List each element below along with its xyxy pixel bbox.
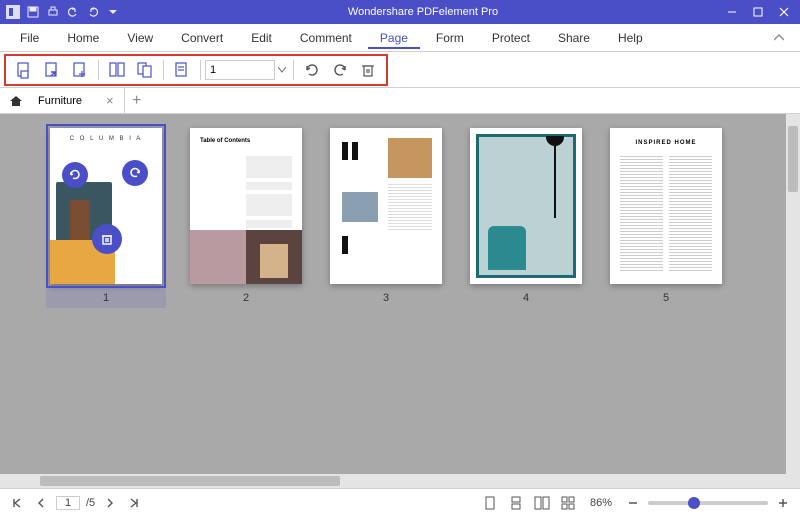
menubar: File Home View Convert Edit Comment Page… <box>0 24 800 52</box>
zoom-slider[interactable] <box>648 501 768 505</box>
minimize-button[interactable] <box>720 2 744 22</box>
delete-overlay-icon[interactable] <box>92 224 122 254</box>
titlebar: Wondershare PDFelement Pro <box>0 0 800 24</box>
menu-page[interactable]: Page <box>368 27 420 49</box>
page2-title: Table of Contents <box>200 138 250 144</box>
redo-icon[interactable] <box>86 5 100 19</box>
menu-view[interactable]: View <box>115 27 165 49</box>
delete-page-icon[interactable] <box>356 58 380 82</box>
tab-close-icon[interactable]: × <box>106 93 114 108</box>
rotate-right-icon[interactable] <box>328 58 352 82</box>
thumbnail-preview: INSPIRED HOME <box>610 128 722 284</box>
horizontal-scrollbar[interactable] <box>0 474 800 488</box>
thumbnail-preview: C O L U M B I A <box>50 128 162 284</box>
zoom-slider-knob[interactable] <box>688 497 700 509</box>
toolbar-separator <box>200 60 201 80</box>
two-page-view-icon[interactable] <box>532 494 552 512</box>
thumbnail-preview: Table of Contents <box>190 128 302 284</box>
last-page-icon[interactable] <box>125 494 143 512</box>
app-title: Wondershare PDFelement Pro <box>126 6 720 18</box>
document-tabbar: Furniture × + <box>0 88 800 114</box>
document-tab[interactable]: Furniture × <box>28 88 125 113</box>
app-logo-icon <box>6 5 20 19</box>
extract-page-icon[interactable] <box>40 58 64 82</box>
page-box-icon[interactable] <box>12 58 36 82</box>
menu-share[interactable]: Share <box>546 27 602 49</box>
zoom-out-icon[interactable] <box>624 494 642 512</box>
page-dropdown-icon[interactable] <box>275 67 289 73</box>
page-thumbnail[interactable]: C O L U M B I A 1 <box>46 124 166 308</box>
save-icon[interactable] <box>26 5 40 19</box>
scrollbar-thumb[interactable] <box>788 126 798 192</box>
close-button[interactable] <box>772 2 796 22</box>
toolbar-separator <box>293 60 294 80</box>
page-thumbnail[interactable]: Table of Contents 2 <box>190 128 302 304</box>
page-number-input[interactable] <box>205 60 275 80</box>
thumbnail-label: 1 <box>103 292 109 304</box>
menu-home[interactable]: Home <box>55 27 111 49</box>
replace-page-icon[interactable] <box>133 58 157 82</box>
next-page-icon[interactable] <box>101 494 119 512</box>
toolbar-separator <box>98 60 99 80</box>
page-thumbnail[interactable]: 4 <box>470 128 582 304</box>
thumbnail-label: 5 <box>663 292 669 304</box>
page-label-icon[interactable] <box>170 58 194 82</box>
maximize-button[interactable] <box>746 2 770 22</box>
continuous-view-icon[interactable] <box>506 494 526 512</box>
status-page-current: 1 <box>56 496 80 510</box>
thumbnail-label: 2 <box>243 292 249 304</box>
print-icon[interactable] <box>46 5 60 19</box>
thumbnail-label: 4 <box>523 292 529 304</box>
add-tab-icon[interactable]: + <box>125 88 149 113</box>
thumbnail-grid: C O L U M B I A 1 Table of Contents 2 <box>0 114 786 474</box>
page1-title: C O L U M B I A <box>50 136 162 142</box>
zoom-in-icon[interactable] <box>774 494 792 512</box>
split-page-icon[interactable] <box>105 58 129 82</box>
status-page-total: /5 <box>86 497 95 509</box>
qat-more-icon[interactable] <box>106 5 120 19</box>
statusbar: 1 /5 86% <box>0 488 800 516</box>
toolbar-highlight <box>4 54 388 86</box>
window-controls <box>720 2 800 22</box>
vertical-scrollbar[interactable] <box>786 114 800 474</box>
menu-help[interactable]: Help <box>606 27 655 49</box>
single-page-view-icon[interactable] <box>480 494 500 512</box>
insert-page-icon[interactable] <box>68 58 92 82</box>
grid-view-icon[interactable] <box>558 494 578 512</box>
workspace: C O L U M B I A 1 Table of Contents 2 <box>0 114 800 474</box>
page5-title: INSPIRED HOME <box>610 140 722 146</box>
rotate-overlay-icon[interactable] <box>122 160 148 186</box>
thumbnail-label: 3 <box>383 292 389 304</box>
thumbnail-preview <box>470 128 582 284</box>
page-thumbnail[interactable]: INSPIRED HOME 5 <box>610 128 722 304</box>
scrollbar-thumb[interactable] <box>40 476 340 486</box>
page-toolbar <box>0 52 800 88</box>
collapse-ribbon-icon[interactable] <box>766 34 792 42</box>
menu-convert[interactable]: Convert <box>169 27 235 49</box>
menu-edit[interactable]: Edit <box>239 27 284 49</box>
toolbar-separator <box>163 60 164 80</box>
first-page-icon[interactable] <box>8 494 26 512</box>
home-icon[interactable] <box>4 88 28 113</box>
undo-icon[interactable] <box>66 5 80 19</box>
menu-form[interactable]: Form <box>424 27 476 49</box>
prev-page-icon[interactable] <box>32 494 50 512</box>
rotate-overlay-icon[interactable] <box>62 162 88 188</box>
zoom-percent: 86% <box>590 497 612 509</box>
page-thumbnail[interactable]: 3 <box>330 128 442 304</box>
document-tab-label: Furniture <box>38 95 82 107</box>
menu-protect[interactable]: Protect <box>480 27 542 49</box>
thumbnail-preview <box>330 128 442 284</box>
menu-file[interactable]: File <box>8 27 51 49</box>
quick-access-toolbar <box>0 5 126 19</box>
menu-comment[interactable]: Comment <box>288 27 364 49</box>
rotate-left-icon[interactable] <box>300 58 324 82</box>
